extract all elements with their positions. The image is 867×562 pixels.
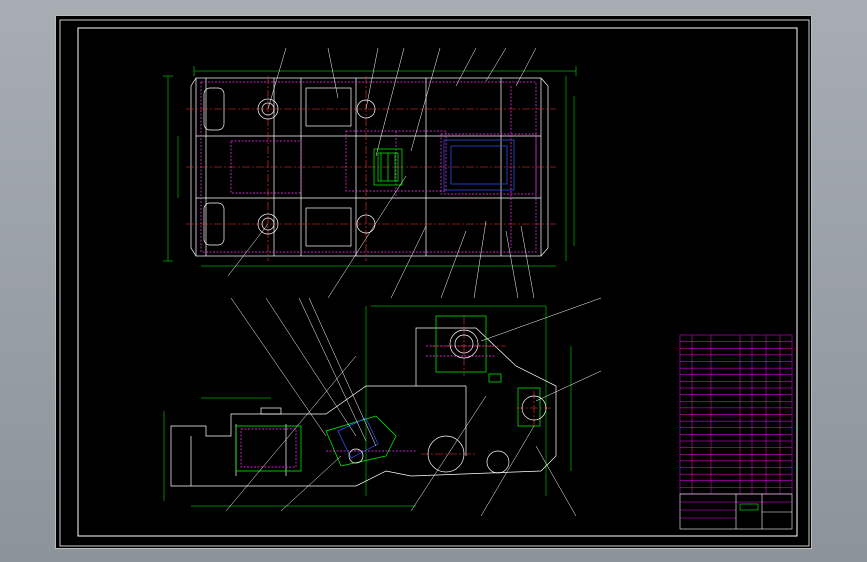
title-block [679, 493, 793, 530]
plan-green-detail [373, 148, 403, 186]
plan-view [163, 47, 577, 299]
elevation-dimensions [163, 305, 572, 507]
sheet-outer-border [59, 19, 810, 547]
cad-drawing [59, 19, 810, 547]
cad-viewport[interactable] [55, 15, 812, 549]
sheet-inner-frame [77, 27, 798, 537]
elevation-leader-lines [225, 297, 602, 517]
elevation-frame-outline [170, 327, 557, 487]
plan-center-lines [186, 76, 556, 261]
elevation-green-parts [235, 315, 541, 472]
elevation-circles [348, 329, 547, 474]
plan-blue-part [443, 139, 515, 191]
elevation-view [163, 297, 602, 517]
plan-holes [257, 98, 376, 235]
bom-table [679, 334, 793, 495]
